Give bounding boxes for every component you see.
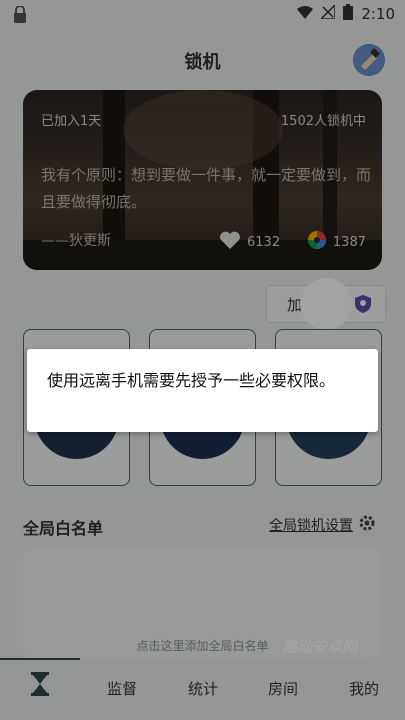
- permission-dialog: 使用远离手机需要先授予一些必要权限。: [27, 349, 378, 432]
- dialog-message: 使用远离手机需要先授予一些必要权限。: [47, 371, 336, 390]
